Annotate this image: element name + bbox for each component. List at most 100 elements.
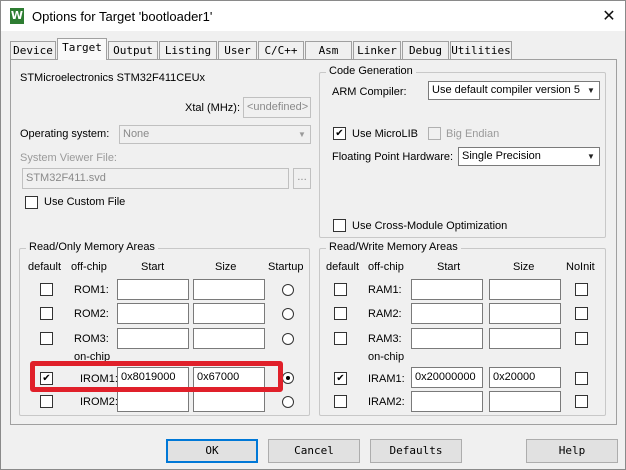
ok-button[interactable]: OK <box>166 439 258 463</box>
chevron-down-icon: ▼ <box>587 152 595 161</box>
tab-listing[interactable]: Listing <box>159 41 217 59</box>
irom1-highlight-box <box>30 361 283 392</box>
ram-onchip-label: on-chip <box>368 351 405 363</box>
target-tab-page: STMicroelectronics STM32F411CEUx Xtal (M… <box>10 59 617 425</box>
rom3-default-checkbox[interactable] <box>40 332 53 345</box>
device-name: STMicroelectronics STM32F411CEUx <box>20 72 206 84</box>
rom3-startup-radio[interactable] <box>282 333 294 345</box>
iram2-noinit-checkbox[interactable] <box>575 395 588 408</box>
ram3-start-input[interactable] <box>411 328 483 349</box>
rom1-default-checkbox[interactable] <box>40 283 53 296</box>
os-label: Operating system: <box>20 128 110 140</box>
ram3-size-input[interactable] <box>489 328 561 349</box>
ram2-noinit-checkbox[interactable] <box>575 307 588 320</box>
rom-header-default: default <box>28 261 62 273</box>
ram2-label: RAM2: <box>368 308 402 320</box>
big-endian-label: Big Endian <box>446 128 500 140</box>
ram-title: Read/Write Memory Areas <box>326 241 461 253</box>
tab-user[interactable]: User <box>218 41 257 59</box>
svd-browse-button[interactable]: ... <box>293 168 311 189</box>
ram2-default-checkbox[interactable] <box>334 307 347 320</box>
tab-utilities[interactable]: Utilities <box>450 41 512 59</box>
big-endian-checkbox[interactable] <box>428 127 441 140</box>
ram-group: Read/Write Memory Areas default off-chip… <box>319 241 606 416</box>
rom-header-size: Size <box>215 261 237 273</box>
iram1-start-input[interactable]: 0x20000000 <box>411 367 483 388</box>
ram2-start-input[interactable] <box>411 303 483 324</box>
rom1-startup-radio[interactable] <box>282 284 294 296</box>
rom-title: Read/Only Memory Areas <box>26 241 158 253</box>
tab-target[interactable]: Target <box>57 38 107 60</box>
cross-module-label: Use Cross-Module Optimization <box>352 220 508 232</box>
code-generation-group: Code Generation ARM Compiler: Use defaul… <box>319 65 606 238</box>
ram3-noinit-checkbox[interactable] <box>575 332 588 345</box>
irom1-startup-radio[interactable] <box>282 372 294 384</box>
window-title: Options for Target 'bootloader1' <box>32 9 213 24</box>
close-icon[interactable]: ✕ <box>597 4 621 28</box>
ram-header-noinit: NoInit <box>566 261 595 273</box>
chevron-down-icon: ▼ <box>298 130 306 139</box>
rom3-size-input[interactable] <box>193 328 265 349</box>
iram2-size-input[interactable] <box>489 391 561 412</box>
cancel-button[interactable]: Cancel <box>268 439 360 463</box>
arm-compiler-select[interactable]: Use default compiler version 5 ▼ <box>428 81 600 100</box>
tab-asm[interactable]: Asm <box>305 41 352 59</box>
fpu-value: Single Precision <box>462 150 541 162</box>
ram2-size-input[interactable] <box>489 303 561 324</box>
ram-header-default: default <box>326 261 360 273</box>
tab-output[interactable]: Output <box>108 41 158 59</box>
iram2-start-input[interactable] <box>411 391 483 412</box>
help-button[interactable]: Help <box>526 439 618 463</box>
rom3-start-input[interactable] <box>117 328 189 349</box>
keil-uvision-icon: W <box>10 8 24 24</box>
options-dialog: W Options for Target 'bootloader1' ✕ Dev… <box>0 0 626 470</box>
tab-debug[interactable]: Debug <box>402 41 449 59</box>
rom1-start-input[interactable] <box>117 279 189 300</box>
iram1-label: IRAM1: <box>368 373 405 385</box>
irom2-size-input[interactable] <box>193 391 265 412</box>
iram1-size-input[interactable]: 0x20000 <box>489 367 561 388</box>
ram1-start-input[interactable] <box>411 279 483 300</box>
cross-module-checkbox[interactable] <box>333 219 346 232</box>
ram1-default-checkbox[interactable] <box>334 283 347 296</box>
irom2-startup-radio[interactable] <box>282 396 294 408</box>
arm-compiler-label: ARM Compiler: <box>332 86 407 98</box>
tab-linker[interactable]: Linker <box>353 41 401 59</box>
rom2-default-checkbox[interactable] <box>40 307 53 320</box>
svd-field[interactable]: STM32F411.svd <box>22 168 289 189</box>
irom2-default-checkbox[interactable] <box>40 395 53 408</box>
ram-header-offchip: off-chip <box>368 261 404 273</box>
use-microlib-checkbox[interactable]: ✔ <box>333 127 346 140</box>
title-bar: W Options for Target 'bootloader1' ✕ <box>1 1 625 31</box>
iram1-default-checkbox[interactable]: ✔ <box>334 372 347 385</box>
ram3-default-checkbox[interactable] <box>334 332 347 345</box>
fpu-select[interactable]: Single Precision ▼ <box>458 147 600 166</box>
tab-device[interactable]: Device <box>10 41 56 59</box>
ram-header-start: Start <box>437 261 461 273</box>
use-microlib-label: Use MicroLIB <box>352 128 419 140</box>
rom2-size-input[interactable] <box>193 303 265 324</box>
tab-c-cpp[interactable]: C/C++ <box>258 41 304 59</box>
ram1-size-input[interactable] <box>489 279 561 300</box>
ram1-noinit-checkbox[interactable] <box>575 283 588 296</box>
os-select[interactable]: None ▼ <box>119 125 311 144</box>
rom-header-start: Start <box>141 261 165 273</box>
rom2-start-input[interactable] <box>117 303 189 324</box>
os-value: None <box>123 128 150 140</box>
defaults-button[interactable]: Defaults <box>370 439 462 463</box>
arm-compiler-value: Use default compiler version 5 <box>432 84 580 96</box>
iram2-label: IRAM2: <box>368 396 405 408</box>
code-generation-title: Code Generation <box>326 65 416 77</box>
iram1-noinit-checkbox[interactable] <box>575 372 588 385</box>
ram3-label: RAM3: <box>368 333 402 345</box>
rom2-startup-radio[interactable] <box>282 308 294 320</box>
iram2-default-checkbox[interactable] <box>334 395 347 408</box>
use-custom-file-label: Use Custom File <box>44 196 126 208</box>
xtal-field[interactable]: <undefined> <box>243 97 311 118</box>
rom3-label: ROM3: <box>74 333 109 345</box>
irom2-start-input[interactable] <box>117 391 189 412</box>
use-custom-file-checkbox[interactable] <box>25 196 38 209</box>
rom-header-startup: Startup <box>268 261 304 273</box>
rom1-size-input[interactable] <box>193 279 265 300</box>
xtal-label: Xtal (MHz): <box>185 102 240 114</box>
